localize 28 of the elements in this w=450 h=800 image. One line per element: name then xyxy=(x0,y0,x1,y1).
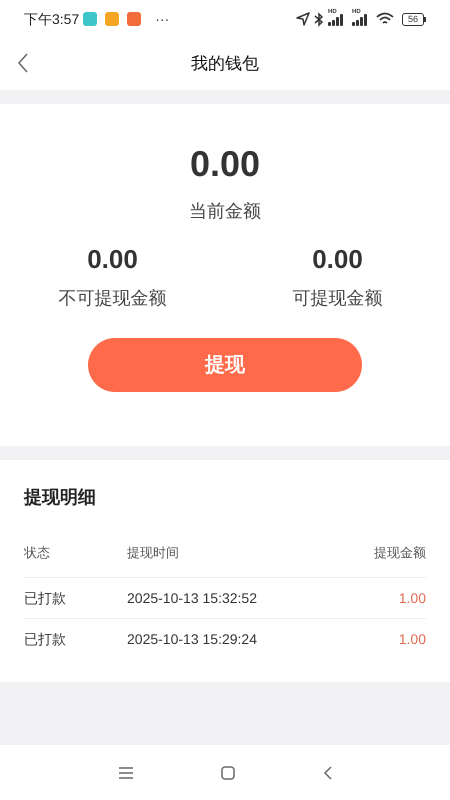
wifi-icon xyxy=(376,12,394,26)
table-cell-text: 1.00 xyxy=(398,588,426,608)
table-cell-text: 1.00 xyxy=(398,630,426,649)
page-title: 我的钱包 xyxy=(191,53,259,76)
balance-amount: 0.00 xyxy=(190,142,260,186)
column-header: 提现金额 xyxy=(374,544,426,562)
back-button[interactable] xyxy=(16,52,30,74)
table-cell-text: 2025-10-13 15:29:24 xyxy=(127,630,258,649)
sub-balance-amount: 0.00 xyxy=(87,243,138,275)
battery-icon: 56 xyxy=(402,12,426,26)
column-header: 状态 xyxy=(24,544,51,562)
balance-label: 当前金额 xyxy=(189,200,261,223)
table-cell-text: 2025-10-13 15:32:52 xyxy=(127,588,258,608)
column-header: 提现时间 xyxy=(127,544,180,562)
section-title: 提现明细 xyxy=(24,486,97,509)
sub-balance-label: 不可提现金额 xyxy=(58,287,166,310)
menu-icon[interactable] xyxy=(118,766,132,778)
home-icon[interactable] xyxy=(220,766,234,780)
table-cell-text: 已打款 xyxy=(24,588,67,608)
sub-balance-label: 可提现金额 xyxy=(292,287,382,310)
bluetooth-icon xyxy=(314,12,324,26)
sub-balance-amount: 0.00 xyxy=(312,243,363,275)
table-cell-text: 已打款 xyxy=(24,630,67,649)
withdraw-button[interactable]: 提现 xyxy=(88,338,362,392)
status-time: 下午3:57 xyxy=(24,10,80,28)
back-icon[interactable] xyxy=(322,766,332,780)
location-icon xyxy=(296,12,310,26)
more-dots: ··· xyxy=(155,10,170,28)
